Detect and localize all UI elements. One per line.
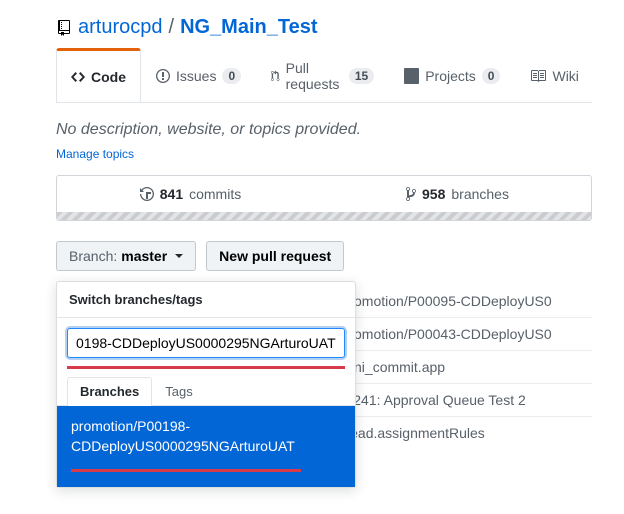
- pulls-count: 15: [349, 68, 374, 84]
- repo-stats: 841 commits 958 branches: [56, 175, 592, 221]
- tab-issues-label: Issues: [176, 68, 216, 84]
- code-icon: [71, 69, 85, 85]
- book-icon: [530, 68, 546, 84]
- tab-wiki[interactable]: Wiki: [515, 49, 593, 102]
- tab-projects[interactable]: Projects 0: [389, 49, 515, 102]
- tab-code[interactable]: Code: [56, 48, 141, 102]
- branch-select-button[interactable]: Branch: master: [56, 241, 196, 271]
- repo-description: No description, website, or topics provi…: [56, 103, 592, 145]
- projects-count: 0: [482, 68, 501, 84]
- stats-loading-bar: [57, 212, 591, 220]
- issues-count: 0: [222, 68, 241, 84]
- dropdown-tab-tags[interactable]: Tags: [152, 377, 205, 405]
- branch-btn-label: Branch:: [69, 248, 117, 264]
- tab-wiki-label: Wiki: [552, 68, 578, 84]
- commits-stat[interactable]: 841 commits: [57, 186, 324, 202]
- tab-issues[interactable]: Issues 0: [141, 49, 256, 102]
- branch-search-input[interactable]: [67, 328, 345, 358]
- repo-nav: Code Issues 0 Pull requests 15 Projects …: [56, 49, 592, 103]
- branch-dropdown: Switch branches/tags Branches Tags promo…: [56, 281, 356, 488]
- commits-count: 841: [160, 186, 183, 202]
- caret-down-icon: [175, 254, 183, 258]
- tab-projects-label: Projects: [425, 68, 476, 84]
- repo-icon: [56, 20, 72, 36]
- dropdown-tab-branches[interactable]: Branches: [67, 377, 152, 406]
- dropdown-title: Switch branches/tags: [57, 282, 355, 318]
- branches-label: branches: [451, 186, 509, 202]
- branch-result-item[interactable]: promotion/P00198-CDDeployUS0000295NGArtu…: [57, 406, 355, 487]
- commits-label: commits: [189, 186, 241, 202]
- branch-btn-value: master: [121, 248, 167, 264]
- branches-stat[interactable]: 958 branches: [324, 186, 591, 202]
- tab-pull-requests[interactable]: Pull requests 15: [256, 49, 389, 102]
- branch-icon: [406, 186, 416, 202]
- pull-request-icon: [271, 68, 279, 84]
- new-pull-request-button[interactable]: New pull request: [206, 241, 344, 271]
- tab-pulls-label: Pull requests: [286, 60, 343, 92]
- path-separator: /: [169, 16, 175, 39]
- tab-code-label: Code: [91, 69, 126, 85]
- annotation-underline: [71, 469, 301, 472]
- branch-result-label: promotion/P00198-CDDeployUS0000295NGArtu…: [71, 418, 295, 454]
- branches-count: 958: [422, 186, 445, 202]
- repo-owner-link[interactable]: arturocpd: [78, 16, 163, 39]
- repo-name-link[interactable]: NG_Main_Test: [180, 16, 317, 39]
- manage-topics-link[interactable]: Manage topics: [56, 147, 134, 175]
- history-icon: [140, 186, 154, 202]
- project-icon: [404, 68, 419, 84]
- issue-icon: [156, 68, 170, 84]
- annotation-underline: [67, 366, 345, 369]
